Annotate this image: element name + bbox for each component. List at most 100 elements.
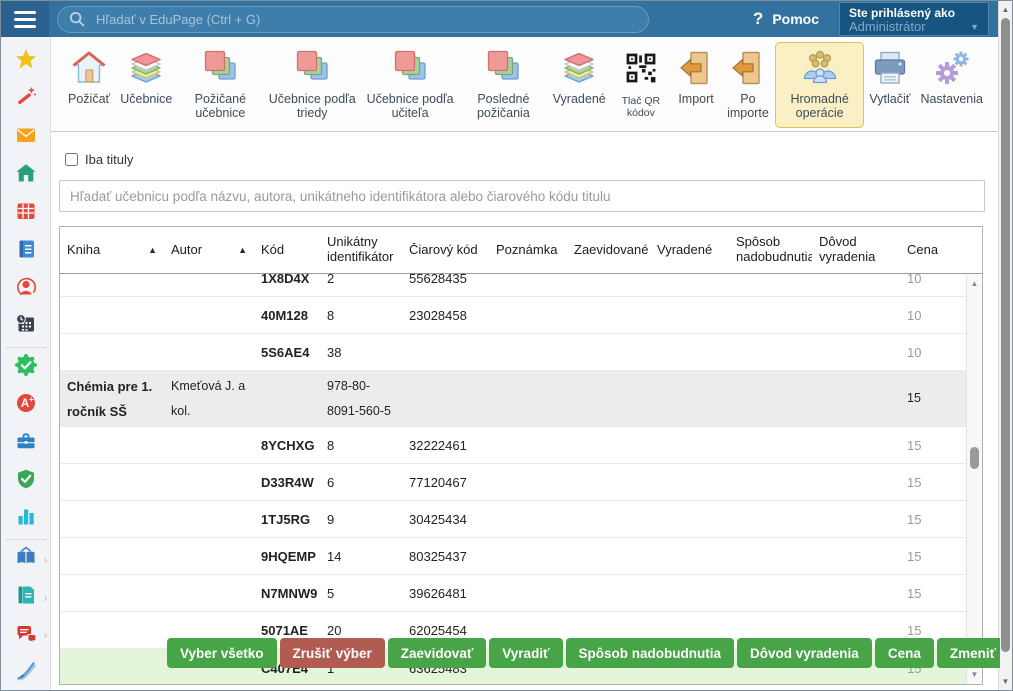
table-scrollbar-thumb[interactable] (970, 447, 979, 469)
vyber-v-etko-button[interactable]: Vyber všetko (167, 638, 277, 668)
sidebar-item-timetable-grid[interactable] (1, 194, 51, 232)
sidebar-item-magic-wand[interactable] (1, 81, 51, 119)
table-row[interactable]: 1X8D4X25562843510 (60, 274, 966, 297)
zru-i-v-ber-button[interactable]: Zrušiť výber (280, 638, 385, 668)
cell-poznamka (489, 443, 567, 447)
hamburger-menu-icon[interactable] (1, 1, 49, 37)
table-row[interactable]: 9HQEMP148032543715 (60, 538, 966, 575)
toolbar-item-u-ebnice-pod-a-triedy[interactable]: Učebnice podľa triedy (263, 42, 361, 128)
cell-kniha (60, 443, 164, 447)
sidebar-item-notebook[interactable] (1, 232, 51, 270)
table-group-row[interactable]: Chémia pre 1. ročník SŠKmeťová J. a kol.… (60, 371, 966, 427)
column-header-cena[interactable]: Cena (900, 243, 982, 258)
cell-unikatny_identifikator: 2 (320, 274, 402, 288)
toolbar-item-po-importe[interactable]: Po importe (721, 42, 775, 128)
cell-poznamka (489, 517, 567, 521)
sidebar-item-shield-check[interactable] (1, 462, 51, 500)
edupage-window: ? Pomoc Ste prihlásený ako Administrátor… (0, 0, 1013, 691)
column-header-iarov-k-d[interactable]: Čiarový kód (402, 243, 489, 258)
toolbar-item-hromadn-oper-cie[interactable]: Hromadné operácie (775, 42, 865, 128)
only-titles-checkbox[interactable] (65, 153, 78, 166)
cell-cena: 15 (900, 473, 966, 492)
table-row[interactable]: 5S6AE43810 (60, 334, 966, 371)
sidebar-item-document[interactable]: › (1, 579, 51, 617)
column-header-pozn-mka[interactable]: Poznámka (489, 243, 567, 258)
sidebar-item-star[interactable] (1, 43, 51, 81)
sidebar-item-seal-check[interactable] (1, 349, 51, 387)
help-button[interactable]: ? Pomoc (753, 9, 819, 29)
book-stack-icon (126, 47, 166, 89)
sidebar-item-person[interactable] (1, 270, 51, 308)
toolbar-item-vyraden[interactable]: Vyradené (548, 42, 611, 113)
page-scrollbar[interactable]: ▲ ▼ (998, 1, 1012, 690)
sort-ascending-icon[interactable]: ▲ (148, 245, 160, 255)
sp-sob-nadobudnutia-button[interactable]: Spôsob nadobudnutia (566, 638, 734, 668)
stacked-squares-icon (483, 47, 523, 89)
column-header-autor[interactable]: Autor▲ (164, 243, 254, 258)
column-header-sp-sob-nadobudnutia[interactable]: Spôsob nadobudnutia (729, 235, 812, 265)
column-header-zaevidovan[interactable]: Zaevidované (567, 243, 650, 258)
sidebar-item-bar-chart[interactable] (1, 500, 51, 538)
house-icon (15, 162, 37, 189)
scroll-up-icon[interactable]: ▲ (999, 2, 1012, 17)
column-header-label: Čiarový kód (409, 243, 478, 258)
cell-kod: 40M128 (254, 306, 320, 325)
page-scrollbar-thumb[interactable] (1001, 18, 1010, 652)
sidebar-item-grade-a-plus[interactable]: A+ (1, 386, 51, 424)
sidebar-item-calendar-clock[interactable] (1, 308, 51, 346)
cell-ciarovy_kod: 62025454 (402, 621, 489, 640)
table-row[interactable]: D33R4W67712046715 (60, 464, 966, 501)
zaevidova-button[interactable]: Zaevidovať (388, 638, 487, 668)
signed-in-dropdown[interactable]: Ste prihlásený ako Administrátor ▼ (839, 2, 989, 36)
scroll-down-icon[interactable]: ▼ (999, 674, 1012, 689)
toolbar-item-label: Vyradené (553, 92, 606, 106)
table-row[interactable]: 8YCHXG83222246115 (60, 427, 966, 464)
column-header-unik-tny-identifik-tor[interactable]: Unikátny identifikátor (320, 235, 402, 265)
table-scrollbar[interactable]: ▲ ▼ (966, 275, 982, 684)
sidebar-item-house[interactable] (1, 156, 51, 194)
star-icon (15, 48, 37, 75)
global-search[interactable] (57, 6, 649, 33)
textbook-search-input[interactable] (59, 180, 985, 212)
zmeni-titul-button[interactable]: Zmeniť titul (937, 638, 1000, 668)
cell-autor (164, 350, 254, 354)
cena-button[interactable]: Cena (875, 638, 934, 668)
cell-autor (164, 313, 254, 317)
door-arrow-icon (728, 47, 768, 89)
toolbar-item-posledn-po-i-ania[interactable]: Posledné požičania (459, 42, 548, 128)
toolbar-item-po-i-an-u-ebnice[interactable]: Požičané učebnice (177, 42, 263, 128)
column-header-vyraden[interactable]: Vyradené (650, 243, 729, 258)
cell-vyradene (650, 443, 729, 447)
column-header-d-vod-vyradenia[interactable]: Dôvod vyradenia (812, 235, 900, 265)
toolbar-item-u-ebnice-pod-a-u-ite-a[interactable]: Učebnice podľa učiteľa (361, 42, 459, 128)
sort-ascending-icon[interactable]: ▲ (238, 245, 250, 255)
table-row[interactable]: 40M12882302845810 (60, 297, 966, 334)
toolbar-item-po-i-a[interactable]: Požičať (63, 42, 115, 113)
scroll-down-icon[interactable]: ▼ (967, 668, 982, 682)
sidebar-item-pen[interactable] (1, 654, 51, 691)
table-row[interactable]: N7MNW953962648115 (60, 575, 966, 612)
sidebar-item-briefcase[interactable] (1, 424, 51, 462)
table-row[interactable]: 1TJ5RG93042543415 (60, 501, 966, 538)
sidebar-item-open-book[interactable]: › (1, 541, 51, 579)
cell-zaevidovane (567, 397, 650, 401)
column-header-kniha[interactable]: Kniha▲ (60, 243, 164, 258)
toolbar-item-u-ebnice[interactable]: Učebnice (115, 42, 177, 113)
cell-kniha (60, 667, 164, 671)
global-search-input[interactable] (94, 11, 638, 28)
scroll-up-icon[interactable]: ▲ (967, 277, 982, 291)
help-label: Pomoc (772, 11, 819, 27)
toolbar-item-nastavenia[interactable]: Nastavenia (915, 42, 988, 113)
toolbar-item-import[interactable]: Import (671, 42, 721, 113)
cell-dovod_vyradenia (812, 628, 900, 632)
vyradi-button[interactable]: Vyradiť (489, 638, 562, 668)
cell-vyradene (650, 480, 729, 484)
sidebar-item-envelope[interactable] (1, 119, 51, 157)
toolbar-item-tla-qr-k-dov[interactable]: Tlač QR kódov (611, 42, 671, 126)
cell-cena: 15 (900, 621, 966, 640)
toolbar-item-vytla-i[interactable]: Vytlačiť (864, 42, 915, 113)
d-vod-vyradenia-button[interactable]: Dôvod vyradenia (737, 638, 872, 668)
column-header-k-d[interactable]: Kód (254, 243, 320, 258)
sidebar-item-chat-bubbles[interactable]: › (1, 616, 51, 654)
cell-zaevidovane (567, 350, 650, 354)
